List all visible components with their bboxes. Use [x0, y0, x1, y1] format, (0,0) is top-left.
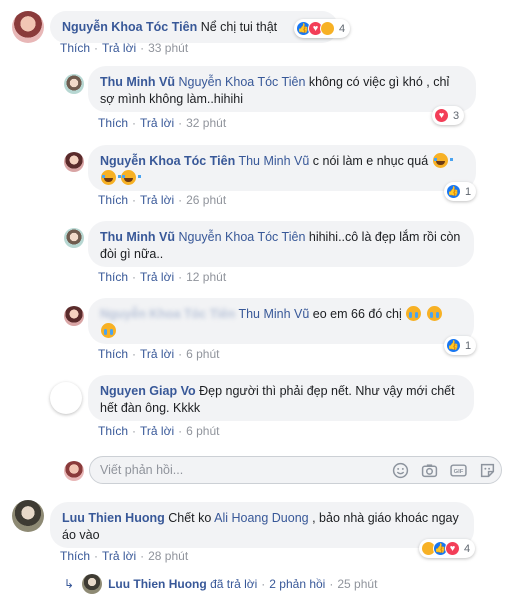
reaction-count: 3	[453, 109, 460, 122]
comment-bubble: Luu Thien Huong Chết ko Ali Hoang Duong …	[50, 502, 474, 548]
timestamp[interactable]: 33 phút	[148, 41, 188, 55]
reply-link[interactable]: Trả lời	[140, 424, 174, 438]
replier-name[interactable]: Luu Thien Huong	[108, 577, 207, 591]
reply-link[interactable]: Trả lời	[140, 116, 174, 130]
mention-link[interactable]: Thu Minh Vũ	[238, 307, 309, 321]
reply-input[interactable]	[100, 463, 380, 477]
haha-reaction-icon	[320, 21, 335, 36]
timestamp[interactable]: 6 phút	[186, 424, 219, 438]
comment-bubble: Thu Minh Vũ Nguyễn Khoa Tóc Tiên hihihi.…	[88, 221, 474, 267]
like-reaction-icon: 👍	[446, 338, 461, 353]
reaction-count: 4	[339, 22, 346, 35]
mention-link[interactable]: Nguyễn Khoa Tóc Tiên	[178, 75, 305, 89]
reaction-count: 1	[465, 339, 472, 352]
comment-author[interactable]: Nguyen Giap Vo	[100, 384, 196, 398]
reaction-summary[interactable]: 👍 ♥ 4	[294, 19, 351, 38]
reply-link[interactable]: Trả lời	[140, 270, 174, 284]
comment-author[interactable]: Thu Minh Vũ	[100, 75, 175, 89]
reply-link[interactable]: Trả lời	[140, 193, 174, 207]
view-more-replies[interactable]: ↳ Luu Thien Huong đã trả lời · 2 phản hồi ·…	[64, 574, 377, 594]
reaction-summary[interactable]: 👍 1	[444, 336, 477, 355]
mention-link[interactable]: Ali Hoang Duong	[214, 511, 309, 525]
laughing-emoji-icon	[432, 153, 453, 168]
comment-actions: Thích · Trả lời · 6 phút	[98, 347, 220, 361]
reply-count-link[interactable]: 2 phản hồi	[269, 577, 325, 591]
like-link[interactable]: Thích	[60, 549, 90, 563]
comment-actions: Thích · Trả lời · 32 phút	[98, 116, 227, 130]
reaction-summary[interactable]: 👍 ♥ 4	[419, 539, 476, 558]
reply-arrow-icon: ↳	[64, 577, 75, 591]
timestamp[interactable]: 6 phút	[186, 347, 219, 361]
reaction-count: 4	[464, 542, 471, 555]
comment-author[interactable]: Nguyễn Khoa Tóc Tiên	[100, 154, 235, 168]
current-user-avatar	[64, 461, 84, 481]
reaction-summary[interactable]: ♥ 3	[432, 106, 465, 125]
reply-input-box[interactable]: GIF	[89, 456, 502, 484]
avatar[interactable]	[64, 228, 84, 248]
comment-author[interactable]: Nguyễn Khoa Tóc Tiên	[62, 20, 197, 34]
like-link[interactable]: Thích	[98, 270, 128, 284]
like-link[interactable]: Thích	[98, 424, 128, 438]
reply-link[interactable]: Trả lời	[102, 549, 136, 563]
camera-icon[interactable]	[421, 462, 438, 479]
crying-emoji-icon	[426, 306, 442, 321]
avatar[interactable]	[64, 152, 84, 172]
love-reaction-icon: ♥	[434, 108, 449, 123]
crying-emoji-icon	[101, 323, 116, 338]
sticker-icon[interactable]	[479, 462, 496, 479]
comment-bubble: Thu Minh Vũ Nguyễn Khoa Tóc Tiên không c…	[88, 66, 476, 112]
avatar[interactable]	[12, 500, 44, 532]
comment-author[interactable]: Nguyễn Khoa Tóc Tiên	[100, 307, 235, 321]
reply-link[interactable]: Trả lời	[102, 41, 136, 55]
comment-actions: Thích · Trả lời · 26 phút	[98, 193, 227, 207]
comment-text: Chết ko	[164, 511, 215, 525]
timestamp[interactable]: 26 phút	[186, 193, 226, 207]
reaction-count: 1	[465, 185, 472, 198]
comment-bubble: Nguyễn Khoa Tóc Tiên Thu Minh Vũ eo em 6…	[88, 298, 474, 344]
comment-bubble: Nguyen Giap Vo Đẹp người thì phải đẹp nế…	[88, 375, 474, 421]
avatar	[82, 574, 103, 594]
timestamp[interactable]: 12 phút	[186, 270, 226, 284]
like-link[interactable]: Thích	[98, 193, 128, 207]
comment-actions: Thích · Trả lời · 28 phút	[60, 549, 189, 563]
comment-author[interactable]: Thu Minh Vũ	[100, 230, 175, 244]
comment-text: eo em 66 đó chị	[309, 307, 402, 321]
laughing-emoji-icon	[101, 170, 121, 185]
svg-text:GIF: GIF	[454, 469, 464, 475]
like-link[interactable]: Thích	[60, 41, 90, 55]
comment-bubble: Nguyễn Khoa Tóc Tiên Thu Minh Vũ c nói l…	[88, 145, 476, 191]
replied-text: đã trả lời	[210, 577, 258, 591]
avatar[interactable]	[50, 382, 82, 414]
comment-actions: Thích · Trả lời · 33 phút	[60, 41, 189, 55]
reaction-summary[interactable]: 👍 1	[444, 182, 477, 201]
gif-icon[interactable]: GIF	[450, 462, 467, 479]
avatar[interactable]	[64, 306, 84, 326]
mention-link[interactable]: Nguyễn Khoa Tóc Tiên	[178, 230, 305, 244]
emoji-icon[interactable]	[392, 462, 409, 479]
avatar[interactable]	[12, 11, 44, 43]
comment-actions: Thích · Trả lời · 12 phút	[98, 270, 227, 284]
timestamp[interactable]: 28 phút	[148, 549, 188, 563]
reply-link[interactable]: Trả lời	[140, 347, 174, 361]
comment-author[interactable]: Luu Thien Huong	[62, 511, 165, 525]
timestamp[interactable]: 32 phút	[186, 116, 226, 130]
mention-link[interactable]: Thu Minh Vũ	[238, 154, 309, 168]
comment-text: Nể chị tui thật	[200, 20, 278, 34]
crying-emoji-icon	[406, 306, 422, 321]
laughing-emoji-icon	[121, 170, 142, 185]
avatar[interactable]	[64, 74, 84, 94]
like-link[interactable]: Thích	[98, 347, 128, 361]
like-link[interactable]: Thích	[98, 116, 128, 130]
comment-text: c nói làm e nhục quá	[309, 154, 429, 168]
timestamp: 25 phút	[337, 577, 378, 591]
like-reaction-icon: 👍	[446, 184, 461, 199]
comment-actions: Thích · Trả lời · 6 phút	[98, 424, 220, 438]
love-reaction-icon: ♥	[445, 541, 460, 556]
